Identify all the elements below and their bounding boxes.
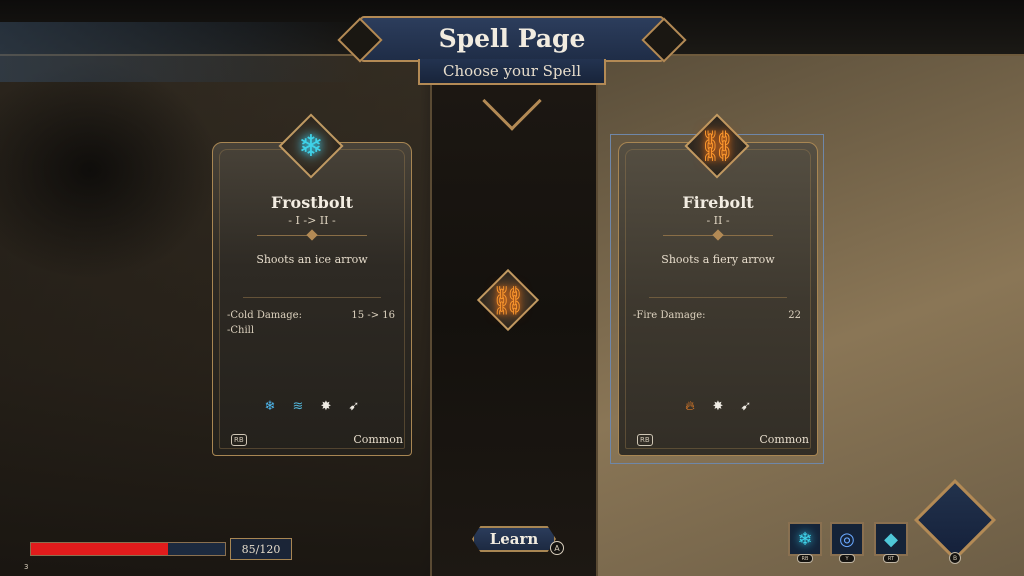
sky-decoration xyxy=(0,22,360,82)
stat-label: -Fire Damage: xyxy=(633,310,706,321)
snowflake-icon: ❄ xyxy=(264,398,276,414)
spell-description: Shoots an ice arrow xyxy=(256,253,368,266)
divider xyxy=(257,235,367,236)
spell-tags: 🔥︎ ✸ ➹ xyxy=(619,397,817,415)
projectile-icon: ➹ xyxy=(348,398,360,414)
crystal-icon: ◆ xyxy=(884,528,898,550)
health-text: 85/120 xyxy=(241,542,281,556)
rarity-label: Common xyxy=(353,433,403,446)
spell-card-frostbolt[interactable]: ❄ Frostbolt - I -> II - Shoots an ice ar… xyxy=(212,113,412,456)
spell-page-screen: Spell Page Choose your Spell ❄ Frostbolt… xyxy=(0,0,1024,576)
card-footer: RB Common xyxy=(637,433,809,446)
spell-rank: - I -> II - xyxy=(288,214,336,227)
stat-row: -Chill xyxy=(227,325,395,336)
spell-card-firebolt[interactable]: ⛓ Firebolt - II - Shoots a fiery arrow -… xyxy=(618,113,818,456)
spell-name: Frostbolt xyxy=(271,193,353,212)
divider-line xyxy=(649,297,787,298)
ability-slot-3[interactable]: ◆ RT xyxy=(874,522,908,563)
vortex-icon: ◎ xyxy=(839,528,855,550)
health-fill xyxy=(31,543,169,555)
fire-chain-icon: ⛓ xyxy=(697,128,737,164)
fire-icon: 🔥︎ xyxy=(685,398,695,414)
stat-label: -Chill xyxy=(227,325,255,336)
divider xyxy=(663,235,773,236)
projectile-icon: ➹ xyxy=(740,398,752,414)
stat-label: -Cold Damage: xyxy=(227,310,302,321)
spell-name: Firebolt xyxy=(682,193,754,212)
y-button-icon: Y xyxy=(839,554,855,563)
divider-line xyxy=(243,297,381,298)
title-banner: Spell Page xyxy=(360,16,664,62)
page-title: Spell Page xyxy=(438,24,586,53)
ability-slot-2[interactable]: ◎ Y xyxy=(830,522,864,563)
ability-slot-1[interactable]: ❄ RB xyxy=(788,522,822,563)
health-readout: 85/120 xyxy=(230,538,292,560)
health-track xyxy=(30,542,226,556)
rb-button-icon: RB xyxy=(797,554,813,563)
frost-wing-icon: ❄ xyxy=(797,528,813,550)
rarity-label: Common xyxy=(759,433,809,446)
b-button-icon: B xyxy=(949,552,961,564)
spell-description: Shoots a fiery arrow xyxy=(661,253,775,266)
stat-value: 15 -> 16 xyxy=(351,310,395,321)
rb-button-icon: RB xyxy=(231,433,247,446)
card-footer: RB Common xyxy=(231,433,403,446)
rb-button-icon: RB xyxy=(637,433,653,446)
spell-tags: ❄ ≋ ✸ ➹ xyxy=(213,397,411,415)
wind-icon: ≋ xyxy=(292,398,304,414)
spell-rank: - II - xyxy=(706,214,730,227)
health-bar: 85/120 xyxy=(20,538,292,560)
player-level: 3 xyxy=(24,563,29,571)
rt-button-icon: RT xyxy=(883,554,899,563)
fire-chain-icon: ⛓ xyxy=(490,283,526,317)
stat-row: -Fire Damage: 22 xyxy=(633,310,801,321)
a-button-icon: A xyxy=(550,541,564,555)
impact-icon: ✸ xyxy=(320,398,332,414)
impact-icon: ✸ xyxy=(712,398,724,414)
stat-value: 22 xyxy=(788,310,801,321)
stat-row: -Cold Damage: 15 -> 16 xyxy=(227,310,395,321)
learn-button[interactable]: Learn xyxy=(472,526,556,552)
frost-wing-icon: ❄ xyxy=(298,128,324,164)
